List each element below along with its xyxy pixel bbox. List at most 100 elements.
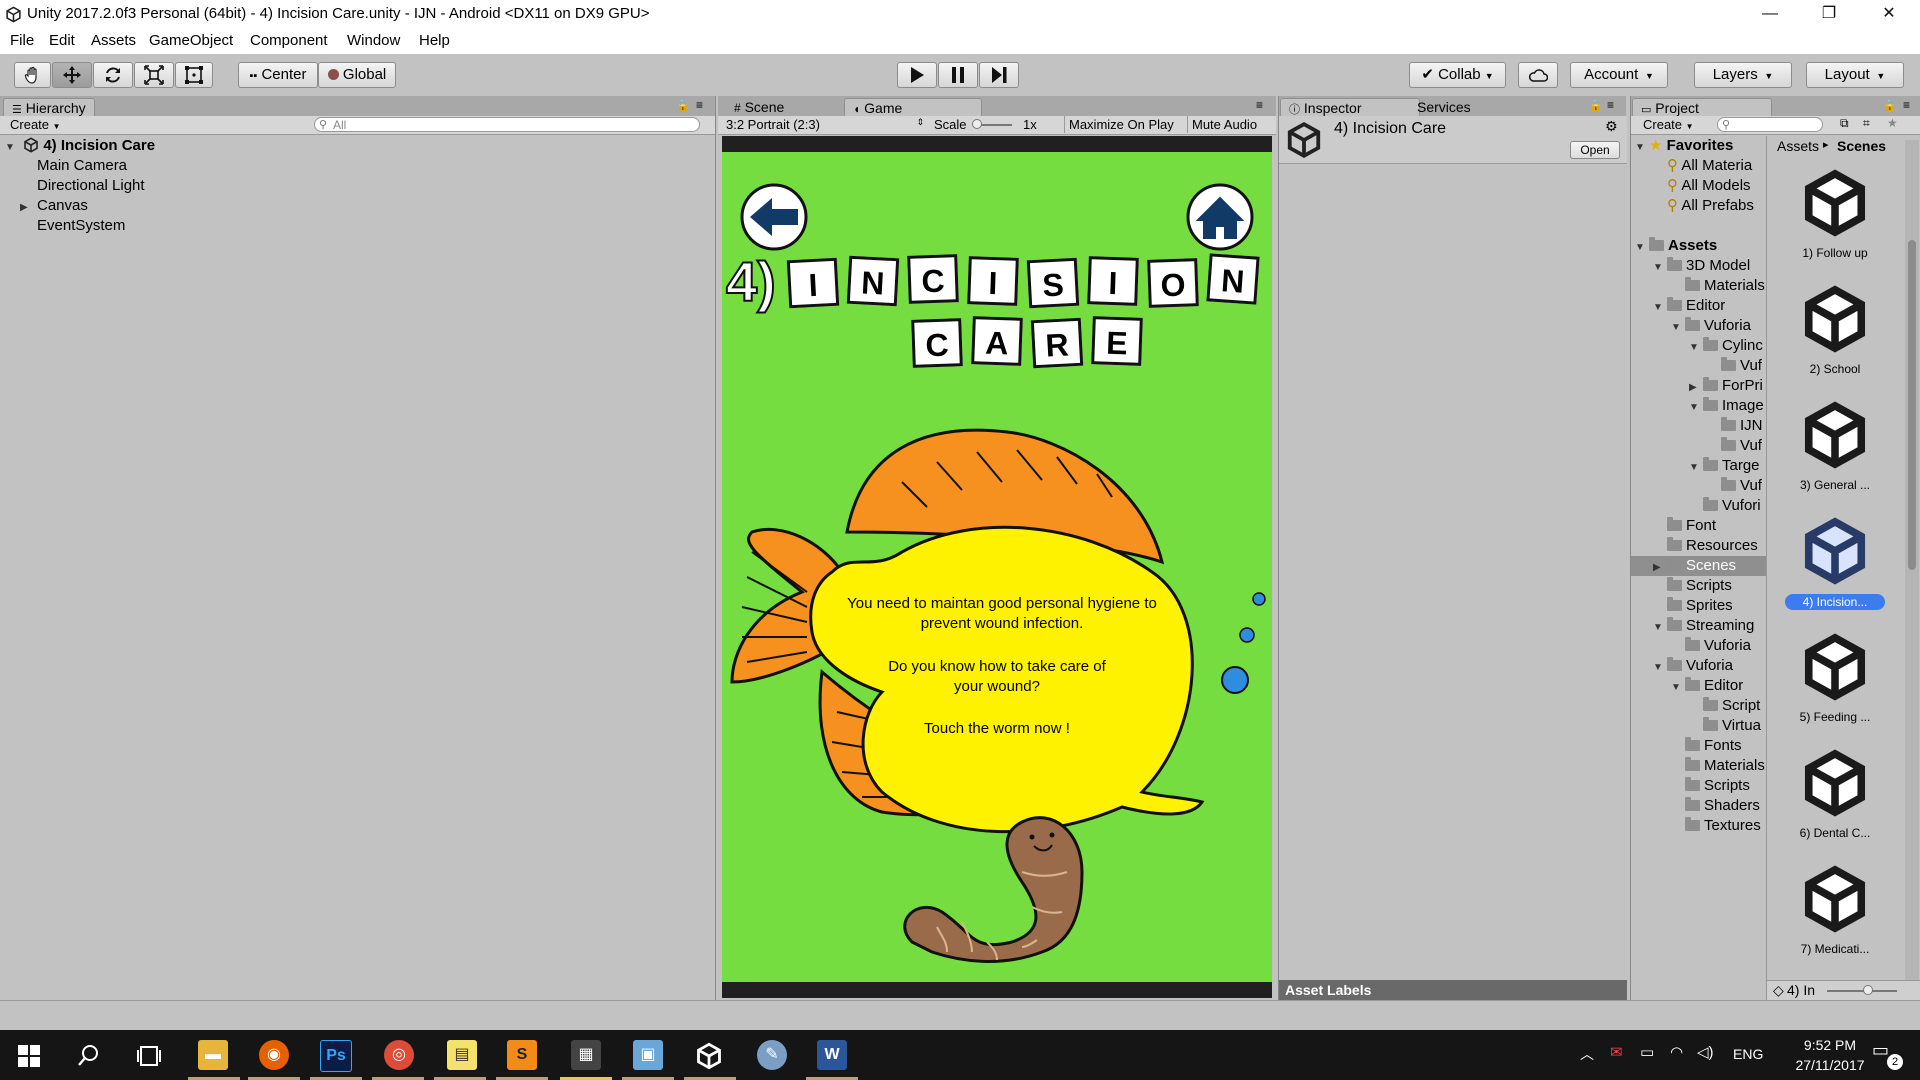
folder-tree-item[interactable]: ▶ ForPri <box>1631 376 1766 396</box>
expand-arrow-icon[interactable]: ▼ <box>1671 318 1685 338</box>
unity-scene-icon[interactable] <box>1800 632 1870 702</box>
unity-scene-icon[interactable] <box>1800 516 1870 586</box>
panel-menu-icon[interactable]: ≡ <box>1903 98 1910 112</box>
favorites-header[interactable]: ▼ ★ Favorites <box>1631 136 1766 156</box>
scene-root-row[interactable]: ▼ 4) Incision Care <box>0 136 715 156</box>
folder-tree-item[interactable]: Vuforia <box>1631 636 1766 656</box>
back-arrow-icon[interactable] <box>740 183 808 251</box>
slider-thumb[interactable] <box>1863 985 1873 995</box>
lock-icon[interactable]: 🔒 <box>1589 99 1603 112</box>
menu-gameobject[interactable]: GameObject <box>149 32 233 49</box>
star-icon[interactable]: ★ <box>1887 116 1898 130</box>
open-button[interactable]: Open <box>1570 141 1620 159</box>
favorite-item[interactable]: ⚲ All Materia <box>1667 156 1766 176</box>
hierarchy-item[interactable]: Directional Light <box>37 176 715 196</box>
scene-asset-label[interactable]: 3) General ... <box>1785 478 1885 492</box>
expand-arrow-icon[interactable]: ▶ <box>1653 558 1667 578</box>
folder-tree-item[interactable]: ▼ Streaming <box>1631 616 1766 636</box>
palette-icon[interactable]: ✎ <box>757 1040 787 1070</box>
rect-tool-button[interactable] <box>175 62 213 88</box>
folder-tree-item[interactable]: Vuf <box>1631 476 1766 496</box>
worm-icon[interactable] <box>903 816 1084 963</box>
hierarchy-create-button[interactable]: Create ▼ <box>10 117 61 132</box>
unity-scene-icon[interactable] <box>1800 400 1870 470</box>
scene-asset-label[interactable]: 7) Medicati... <box>1785 942 1885 956</box>
rotate-tool-button[interactable] <box>93 62 133 88</box>
minimize-button[interactable]: — <box>1747 2 1793 26</box>
clock[interactable]: 9:52 PM 27/11/2017 <box>1780 1035 1880 1075</box>
sticky-notes-icon[interactable]: ▤ <box>447 1040 477 1070</box>
play-button[interactable] <box>897 62 937 88</box>
icon-size-slider[interactable] <box>1827 985 1897 995</box>
folder-tree-item[interactable]: Vufori <box>1631 496 1766 516</box>
scale-tool-button[interactable] <box>134 62 174 88</box>
folder-tree-item[interactable]: Fonts <box>1631 736 1766 756</box>
folder-tree-item[interactable]: ▼ 3D Model <box>1631 256 1766 276</box>
volume-icon[interactable]: ◁) <box>1697 1043 1714 1061</box>
account-dropdown[interactable]: Account ▼ <box>1570 62 1668 88</box>
mute-audio-toggle[interactable]: Mute Audio <box>1187 116 1261 133</box>
folder-tree-item[interactable]: Scripts <box>1631 576 1766 596</box>
home-icon[interactable] <box>1186 183 1254 251</box>
chrome-icon[interactable]: ◎ <box>384 1040 414 1070</box>
expand-arrow-icon[interactable]: ▼ <box>1689 398 1703 418</box>
gear-icon[interactable]: ⚙ <box>1605 118 1618 135</box>
folder-tree-item[interactable]: Resources <box>1631 536 1766 556</box>
expand-arrow-icon[interactable]: ▼ <box>1653 258 1667 278</box>
expand-arrow-icon[interactable]: ▼ <box>1653 298 1667 318</box>
sublime-text-icon[interactable]: S <box>507 1040 537 1070</box>
expand-arrow-icon[interactable]: ▼ <box>1671 678 1685 698</box>
expand-arrow-icon[interactable]: ▼ <box>1653 658 1667 678</box>
folder-tree-item[interactable]: Vuf <box>1631 356 1766 376</box>
expand-arrow-icon[interactable]: ▼ <box>1689 338 1703 358</box>
paint-icon[interactable]: ▣ <box>633 1040 663 1070</box>
task-view-icon[interactable] <box>137 1045 161 1067</box>
tab-services[interactable]: Services <box>1409 98 1479 118</box>
windows-start-icon[interactable] <box>18 1045 40 1067</box>
folder-tree-item[interactable]: Shaders <box>1631 796 1766 816</box>
hierarchy-search-input[interactable]: ⚲ All <box>314 117 700 132</box>
folder-tree-item[interactable]: Font <box>1631 516 1766 536</box>
project-search-input[interactable]: ⚲ <box>1717 117 1823 132</box>
scene-asset-label[interactable]: 2) School <box>1785 362 1885 376</box>
layers-dropdown[interactable]: Layers ▼ <box>1694 62 1792 88</box>
firefox-icon[interactable]: ◉ <box>259 1040 289 1070</box>
expand-arrow-icon[interactable]: ▶ <box>1689 378 1703 398</box>
wifi-icon[interactable]: ◠ <box>1670 1043 1683 1061</box>
folder-tree-item[interactable]: Materials <box>1631 276 1766 296</box>
folder-tree-item[interactable]: Materials <box>1631 756 1766 776</box>
unity-scene-icon[interactable] <box>1800 864 1870 934</box>
search-icon[interactable] <box>78 1044 100 1066</box>
pause-button[interactable] <box>938 62 978 88</box>
lock-icon[interactable]: 🔒 <box>676 99 690 112</box>
language-indicator[interactable]: ENG <box>1733 1046 1763 1062</box>
folder-tree-item[interactable]: Textures <box>1631 816 1766 836</box>
unity-scene-icon[interactable] <box>1800 168 1870 238</box>
word-icon[interactable]: W <box>817 1040 847 1070</box>
menu-component[interactable]: Component <box>250 32 328 49</box>
menu-assets[interactable]: Assets <box>91 32 136 49</box>
folder-tree-item[interactable]: Sprites <box>1631 596 1766 616</box>
action-center-icon[interactable]: ▭ <box>1872 1040 1889 1061</box>
step-button[interactable] <box>979 62 1019 88</box>
filter-type-icon[interactable]: ⧉ <box>1840 116 1849 131</box>
unity-scene-icon[interactable] <box>1800 284 1870 354</box>
folder-tree-item[interactable]: ▼ Image <box>1631 396 1766 416</box>
folder-tree-item[interactable]: Virtua <box>1631 716 1766 736</box>
scale-slider[interactable] <box>972 119 1012 129</box>
scrollbar-thumb[interactable] <box>1908 240 1916 570</box>
clapperboard-icon[interactable]: ▦ <box>571 1040 601 1070</box>
file-explorer-icon[interactable]: ▬ <box>198 1040 228 1070</box>
scene-asset-label[interactable]: 5) Feeding ... <box>1785 710 1885 724</box>
battery-icon[interactable]: ▭ <box>1640 1043 1654 1061</box>
photoshop-icon[interactable]: Ps <box>320 1040 352 1072</box>
hand-tool-button[interactable] <box>14 62 51 88</box>
folder-tree-item[interactable]: ▼ Vuforia <box>1631 316 1766 336</box>
scene-asset-label[interactable]: 4) Incision... <box>1785 594 1885 610</box>
panel-menu-icon[interactable]: ≡ <box>1256 98 1263 112</box>
expand-arrow-icon[interactable]: ▼ <box>5 138 19 158</box>
slider-thumb[interactable] <box>972 119 982 129</box>
scene-asset-label[interactable]: 6) Dental C... <box>1785 826 1885 840</box>
game-viewport[interactable]: 4) I N C I S I O N C A R E You need to m… <box>722 152 1272 982</box>
hierarchy-item[interactable]: EventSystem <box>37 216 715 236</box>
